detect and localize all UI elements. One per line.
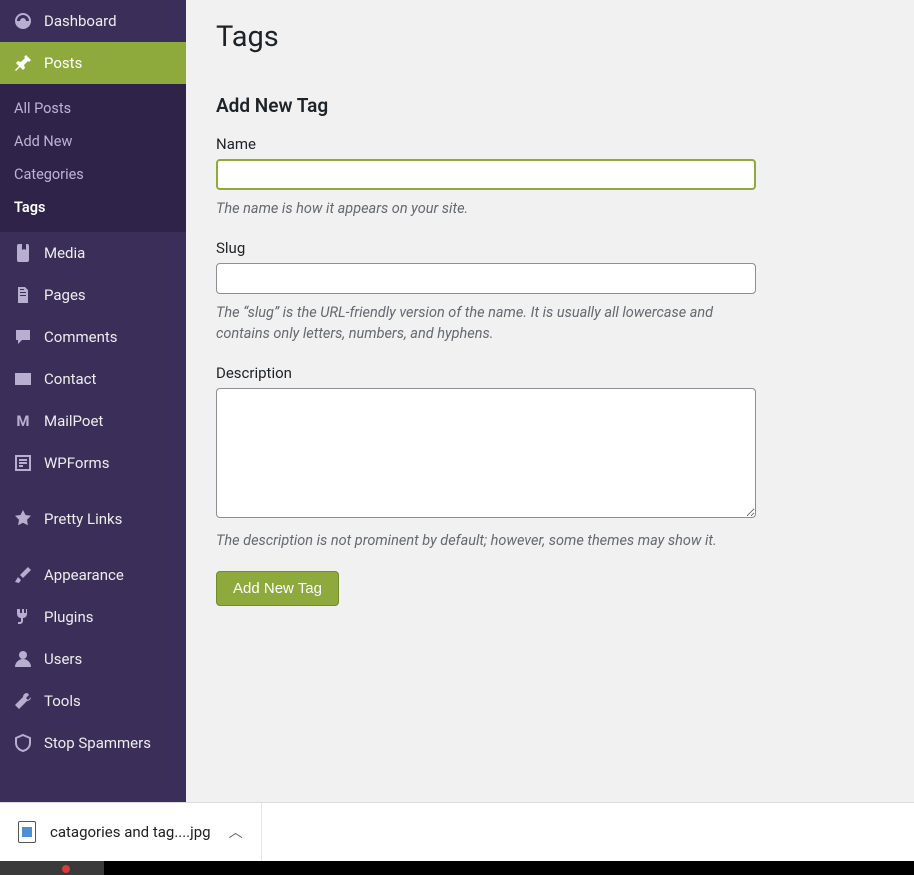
posts-submenu: All Posts Add New Categories Tags xyxy=(0,84,186,232)
sidebar-item-pages[interactable]: Pages xyxy=(0,274,186,316)
slug-help: The “slug” is the URL-friendly version o… xyxy=(216,302,756,344)
taskbar-strip xyxy=(0,861,914,875)
slug-label: Slug xyxy=(216,239,914,257)
menu-label: Media xyxy=(44,244,85,262)
comment-icon xyxy=(12,327,34,347)
sidebar-item-comments[interactable]: Comments xyxy=(0,316,186,358)
menu-label: Stop Spammers xyxy=(44,734,151,752)
admin-sidebar: Dashboard Posts All Posts Add New Catego… xyxy=(0,0,186,802)
main-content: Tags Add New Tag Name The name is how it… xyxy=(186,0,914,802)
sidebar-item-contact[interactable]: Contact xyxy=(0,358,186,400)
name-help: The name is how it appears on your site. xyxy=(216,198,756,219)
dashboard-icon xyxy=(12,11,34,31)
form-heading: Add New Tag xyxy=(216,94,914,117)
field-description: Description The description is not promi… xyxy=(216,364,914,551)
add-new-tag-button[interactable]: Add New Tag xyxy=(216,571,339,606)
brush-icon xyxy=(12,565,34,585)
sidebar-item-mailpoet[interactable]: M MailPoet xyxy=(0,400,186,442)
shield-icon xyxy=(12,733,34,753)
field-name: Name The name is how it appears on your … xyxy=(216,135,914,219)
sidebar-item-media[interactable]: Media xyxy=(0,232,186,274)
description-label: Description xyxy=(216,364,914,382)
description-input[interactable] xyxy=(216,388,756,518)
name-input[interactable] xyxy=(216,159,756,190)
plug-icon xyxy=(12,607,34,627)
download-filename: catagories and tag....jpg xyxy=(50,823,211,841)
menu-label: Plugins xyxy=(44,608,93,626)
menu-label: Pages xyxy=(44,286,86,304)
sidebar-item-stop-spammers[interactable]: Stop Spammers xyxy=(0,722,186,764)
menu-label: Contact xyxy=(44,370,96,388)
media-icon xyxy=(12,243,34,263)
menu-label: MailPoet xyxy=(44,412,103,430)
menu-label: Dashboard xyxy=(44,12,117,30)
sidebar-item-posts[interactable]: Posts xyxy=(0,42,186,84)
sidebar-item-plugins[interactable]: Plugins xyxy=(0,596,186,638)
wrench-icon xyxy=(12,691,34,711)
description-help: The description is not prominent by defa… xyxy=(216,530,756,551)
sidebar-item-dashboard[interactable]: Dashboard xyxy=(0,0,186,42)
browser-download-bar: catagories and tag....jpg ︿ xyxy=(0,802,914,861)
sidebar-item-wpforms[interactable]: WPForms xyxy=(0,442,186,484)
menu-label: Posts xyxy=(44,54,82,72)
mail-icon xyxy=(12,369,34,389)
submenu-item-add-new[interactable]: Add New xyxy=(0,125,186,158)
submenu-item-all-posts[interactable]: All Posts xyxy=(0,92,186,125)
user-icon xyxy=(12,649,34,669)
name-label: Name xyxy=(216,135,914,153)
sidebar-item-pretty-links[interactable]: Pretty Links xyxy=(0,498,186,540)
sidebar-item-users[interactable]: Users xyxy=(0,638,186,680)
submenu-item-tags[interactable]: Tags xyxy=(0,191,186,224)
menu-label: Pretty Links xyxy=(44,510,122,528)
menu-label: Users xyxy=(44,650,82,668)
chevron-up-icon[interactable]: ︿ xyxy=(229,822,243,842)
star-icon xyxy=(12,509,34,529)
page-title: Tags xyxy=(216,20,914,54)
slug-input[interactable] xyxy=(216,263,756,294)
pin-icon xyxy=(12,53,34,73)
menu-label: Comments xyxy=(44,328,118,346)
sidebar-item-tools[interactable]: Tools xyxy=(0,680,186,722)
file-icon xyxy=(18,821,36,843)
menu-label: WPForms xyxy=(44,454,109,472)
field-slug: Slug The “slug” is the URL-friendly vers… xyxy=(216,239,914,344)
download-item[interactable]: catagories and tag....jpg ︿ xyxy=(0,803,262,861)
submenu-item-categories[interactable]: Categories xyxy=(0,158,186,191)
forms-icon xyxy=(12,453,34,473)
mailpoet-icon: M xyxy=(12,412,34,430)
menu-label: Tools xyxy=(44,692,81,710)
sidebar-item-appearance[interactable]: Appearance xyxy=(0,554,186,596)
menu-label: Appearance xyxy=(44,566,124,584)
pages-icon xyxy=(12,285,34,305)
